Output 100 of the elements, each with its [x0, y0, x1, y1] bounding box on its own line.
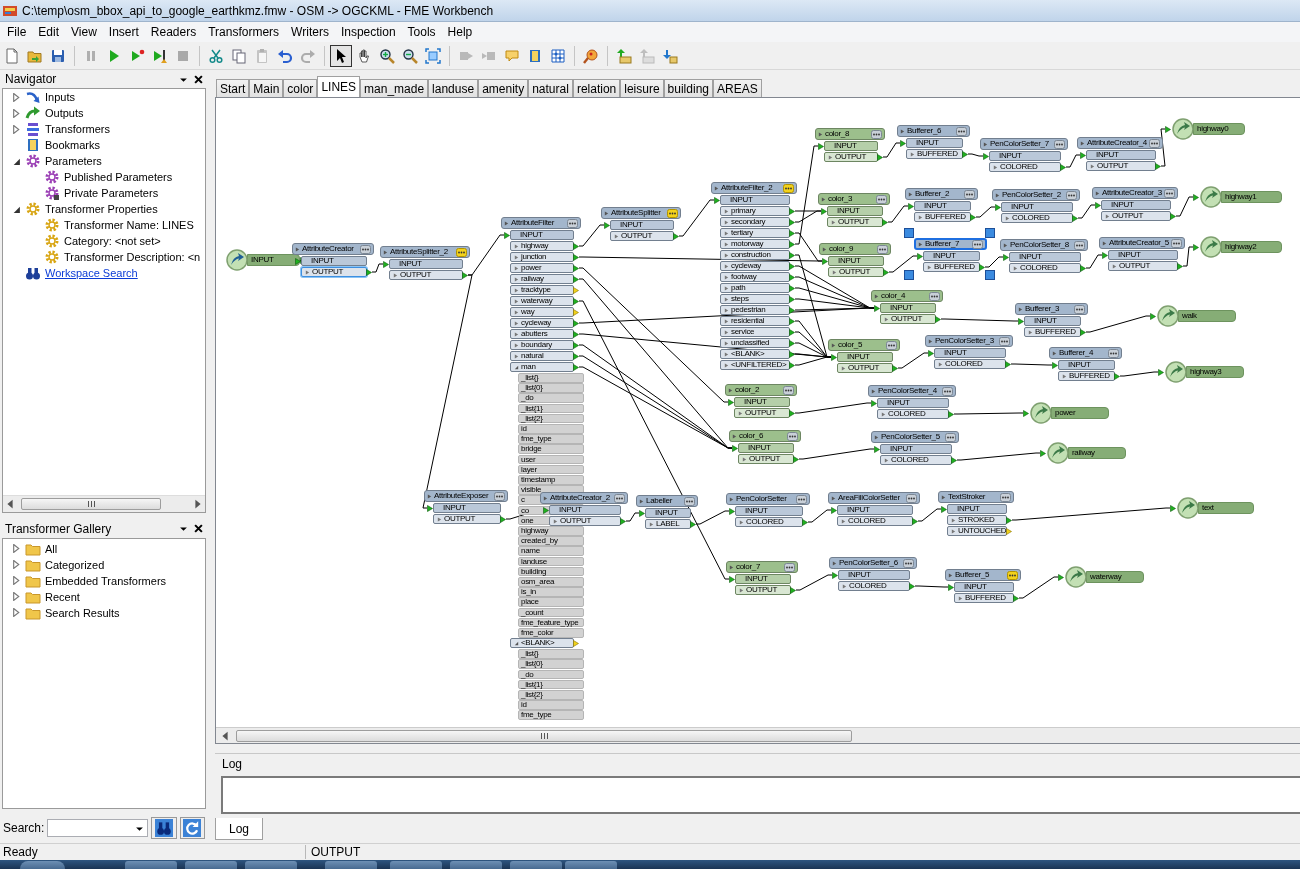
- output-port[interactable]: COLORED: [735, 517, 803, 527]
- output-port[interactable]: path: [720, 283, 790, 293]
- transformer-header[interactable]: Bufferer_4: [1049, 347, 1122, 359]
- output-port[interactable]: <BLANK>: [510, 638, 574, 649]
- tree-item[interactable]: Transformer Name: LINES: [64, 219, 194, 231]
- input-port[interactable]: INPUT: [828, 256, 884, 266]
- output-port[interactable]: OUTPUT: [610, 231, 674, 241]
- workspace-tab[interactable]: natural: [528, 79, 573, 97]
- transformer-header[interactable]: AttributeSplitter_2: [380, 246, 470, 258]
- output-port[interactable]: waterway: [510, 296, 574, 306]
- output-port[interactable]: power: [510, 263, 574, 273]
- input-port[interactable]: INPUT: [735, 506, 803, 516]
- transformer-header[interactable]: color_3: [818, 193, 890, 205]
- output-port[interactable]: OUTPUT: [549, 516, 621, 526]
- menu-item[interactable]: Readers: [144, 23, 203, 41]
- output-port[interactable]: OUTPUT: [837, 363, 893, 373]
- transformer-header[interactable]: AttributeSplitter: [601, 207, 681, 219]
- tree-item[interactable]: Categorized: [45, 558, 105, 571]
- output-port[interactable]: <UNFILTERED>: [720, 360, 790, 370]
- menu-item[interactable]: Inspection: [334, 23, 402, 41]
- input-port[interactable]: INPUT: [837, 352, 893, 362]
- transformer-header[interactable]: Bufferer_5: [945, 569, 1021, 581]
- input-port[interactable]: INPUT: [880, 444, 952, 454]
- input-port[interactable]: INPUT: [301, 256, 367, 266]
- transformer-header[interactable]: AttributeFilter_2: [711, 182, 797, 194]
- tree-item[interactable]: Embedded Transformers: [45, 574, 167, 587]
- input-port[interactable]: INPUT: [735, 574, 791, 584]
- workspace-tab[interactable]: man_made: [360, 79, 429, 97]
- transformer-header[interactable]: TextStroker: [938, 491, 1014, 503]
- output-port[interactable]: abutters: [510, 329, 574, 339]
- tree-item[interactable]: Private Parameters: [64, 187, 159, 199]
- output-port[interactable]: OUTPUT: [1108, 261, 1178, 271]
- tree-item[interactable]: Parameters: [45, 155, 102, 167]
- transformer-header[interactable]: color_7: [726, 561, 798, 573]
- output-port[interactable]: COLORED: [1001, 213, 1073, 223]
- output-port[interactable]: OUTPUT: [880, 314, 936, 324]
- transformer-header[interactable]: color_2: [725, 384, 797, 396]
- input-port[interactable]: INPUT: [1108, 250, 1178, 260]
- menu-item[interactable]: View: [65, 23, 103, 41]
- transformer-header[interactable]: AttributeExposer: [424, 490, 508, 502]
- workspace-tab[interactable]: landuse: [428, 79, 479, 97]
- input-port[interactable]: INPUT: [880, 303, 936, 313]
- input-port[interactable]: INPUT: [954, 582, 1014, 592]
- input-port[interactable]: INPUT: [645, 508, 691, 518]
- menu-item[interactable]: File: [1, 23, 33, 41]
- input-port[interactable]: INPUT: [734, 397, 790, 407]
- output-port[interactable]: COLORED: [880, 455, 952, 465]
- output-port[interactable]: primary: [720, 206, 790, 216]
- feature-type-node[interactable]: highway1: [1221, 191, 1282, 203]
- output-port[interactable]: BUFFERED: [1024, 327, 1081, 337]
- output-port[interactable]: COLORED: [989, 162, 1061, 172]
- input-port[interactable]: INPUT: [510, 230, 574, 240]
- input-port[interactable]: INPUT: [827, 206, 883, 216]
- output-port[interactable]: cycleway: [510, 318, 574, 328]
- output-port[interactable]: construction: [720, 250, 790, 260]
- input-port[interactable]: INPUT: [549, 505, 621, 515]
- output-port[interactable]: OUTPUT: [828, 267, 884, 277]
- output-port[interactable]: BUFFERED: [914, 212, 971, 222]
- menu-item[interactable]: Insert: [102, 23, 145, 41]
- output-port[interactable]: OUTPUT: [734, 408, 790, 418]
- output-port[interactable]: man: [510, 362, 574, 372]
- transformer-header[interactable]: color_9: [819, 243, 891, 255]
- feature-type-node[interactable]: highway0: [1193, 123, 1245, 135]
- transformer-header[interactable]: AttributeCreator_2: [540, 492, 628, 504]
- transformer-header[interactable]: color_6: [729, 430, 801, 442]
- feature-type-node[interactable]: power: [1051, 407, 1109, 419]
- menu-item[interactable]: Writers: [285, 23, 335, 41]
- output-port[interactable]: OUTPUT: [735, 585, 791, 595]
- output-port[interactable]: OUTPUT: [827, 217, 883, 227]
- output-port[interactable]: residential: [720, 316, 790, 326]
- output-port[interactable]: BUFFERED: [906, 149, 963, 159]
- output-port[interactable]: tertiary: [720, 228, 790, 238]
- menu-item[interactable]: Edit: [32, 23, 66, 41]
- tree-item[interactable]: Outputs: [45, 107, 84, 119]
- link[interactable]: Workspace Search: [45, 267, 138, 279]
- input-port[interactable]: INPUT: [1009, 252, 1081, 262]
- transformer-header[interactable]: color_4: [871, 290, 943, 302]
- input-port[interactable]: INPUT: [720, 195, 790, 205]
- tree-item[interactable]: Transformer Properties: [45, 203, 158, 215]
- output-port[interactable]: footway: [720, 272, 790, 282]
- feature-type-node[interactable]: waterway: [1086, 571, 1144, 583]
- transformer-header[interactable]: Bufferer_2: [905, 188, 978, 200]
- output-port[interactable]: OUTPUT: [738, 454, 794, 464]
- output-port[interactable]: BUFFERED: [923, 262, 980, 272]
- workspace-tab[interactable]: Main: [249, 79, 284, 97]
- transformer-header[interactable]: PenColorSetter_4: [868, 385, 956, 397]
- output-port[interactable]: natural: [510, 351, 574, 361]
- output-port[interactable]: OUTPUT: [1086, 161, 1156, 171]
- output-port[interactable]: LABEL: [645, 519, 691, 529]
- input-port[interactable]: INPUT: [837, 505, 913, 515]
- input-port[interactable]: INPUT: [923, 251, 980, 261]
- menu-item[interactable]: Help: [441, 23, 479, 41]
- transformer-header[interactable]: Bufferer_3: [1015, 303, 1088, 315]
- output-port[interactable]: BUFFERED: [954, 593, 1014, 603]
- input-port[interactable]: INPUT: [989, 151, 1061, 161]
- output-port[interactable]: UNTOUCHED: [947, 526, 1007, 536]
- output-port[interactable]: unclassified: [720, 338, 790, 348]
- feature-type-node[interactable]: railway: [1068, 447, 1126, 459]
- output-port[interactable]: cycleway: [720, 261, 790, 271]
- input-port[interactable]: INPUT: [1058, 360, 1115, 370]
